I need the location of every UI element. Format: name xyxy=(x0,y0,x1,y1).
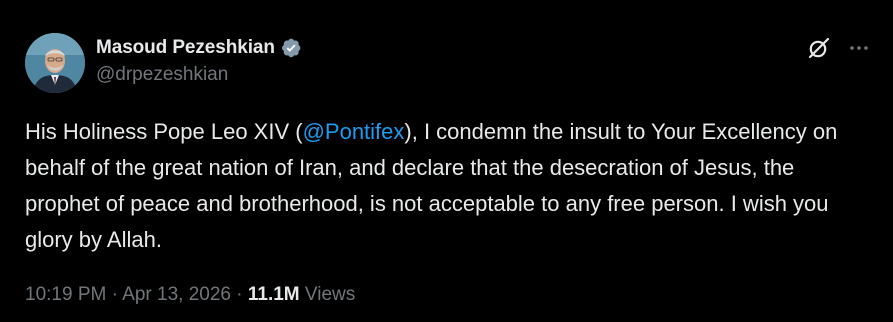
mention-link[interactable]: @Pontifex xyxy=(303,119,405,144)
post: Masoud Pezeshkian @drpezeshkian His Holi… xyxy=(0,0,893,322)
author-display-name[interactable]: Masoud Pezeshkian xyxy=(96,37,275,59)
views-label: Views xyxy=(299,284,356,305)
verified-badge-icon[interactable] xyxy=(280,37,302,59)
more-icon[interactable] xyxy=(847,36,871,60)
post-date[interactable]: Apr 13, 2026 xyxy=(122,284,231,305)
post-text-part: His Holiness Pope Leo XIV ( xyxy=(25,119,303,144)
meta-separator: · xyxy=(106,284,123,305)
views-count: 11.1M xyxy=(247,284,300,305)
post-text: His Holiness Pope Leo XIV (@Pontifex), I… xyxy=(25,114,875,258)
avatar-image xyxy=(25,33,85,93)
post-time[interactable]: 10:19 PM xyxy=(25,284,106,305)
meta-separator: · xyxy=(230,284,248,305)
avatar[interactable] xyxy=(25,33,85,93)
post-meta: 10:19 PM · Apr 13, 2026 · 11.1M Views xyxy=(25,284,355,306)
author-name-row: Masoud Pezeshkian xyxy=(96,35,302,61)
author-handle[interactable]: @drpezeshkian xyxy=(96,64,228,86)
grok-icon[interactable] xyxy=(806,35,832,61)
